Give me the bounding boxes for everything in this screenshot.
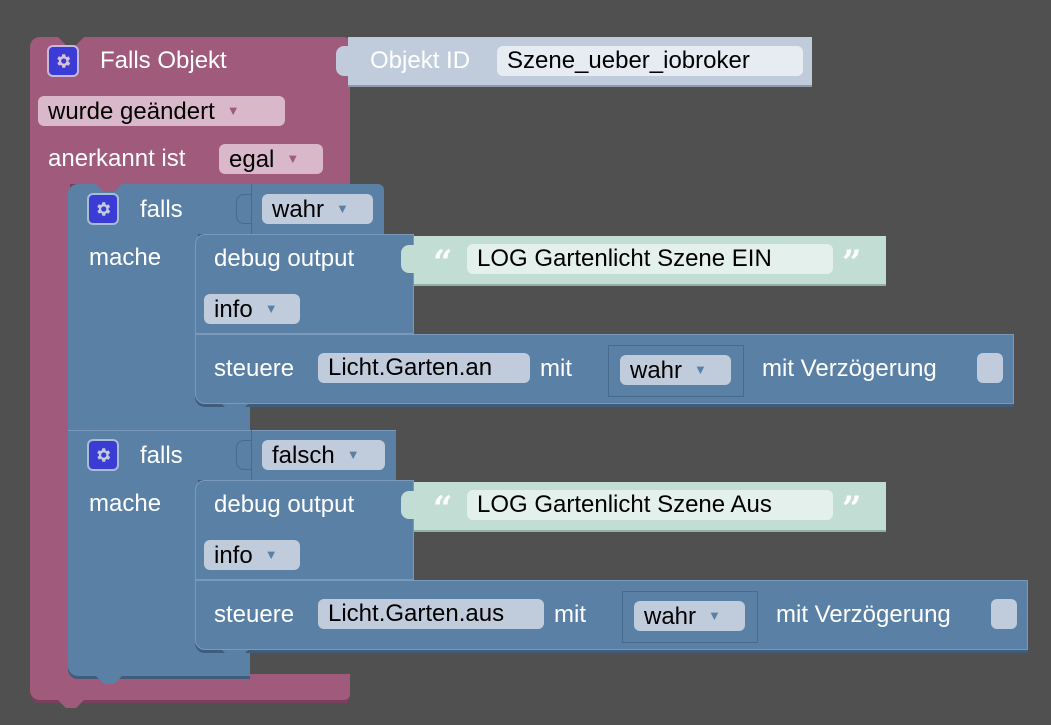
dropdown-arrow-icon: ▼ (264, 301, 278, 316)
falls-label: falls (140, 196, 183, 223)
control-label: steuere (214, 601, 295, 628)
condition-input-slot (236, 194, 252, 224)
control-object-input-2[interactable]: Licht.Garten.aus (318, 599, 544, 629)
debug-level-dropdown-2[interactable]: info ▼ (204, 540, 300, 570)
control-label: steuere (214, 355, 295, 382)
with-label: mit (540, 355, 572, 382)
control-value-dropdown-1[interactable]: wahr ▼ (620, 355, 731, 385)
dropdown-arrow-icon: ▼ (694, 362, 707, 377)
ack-dropdown-value: egal (229, 146, 275, 173)
gear-glyph (97, 202, 111, 216)
control-value-dropdown-2[interactable]: wahr ▼ (634, 601, 745, 631)
debug-level-value: info (214, 542, 253, 569)
dropdown-arrow-icon: ▼ (708, 608, 721, 623)
delay-label: mit Verzögerung (776, 601, 951, 628)
text-block-1-tab (401, 245, 415, 273)
control-value: wahr (644, 603, 697, 630)
object-id-label: Objekt ID (370, 47, 471, 74)
if-block-2-bottom (68, 650, 250, 676)
ack-dropdown[interactable]: egal ▼ (219, 144, 323, 174)
quote-open-icon: “ (433, 489, 453, 529)
condition-block-divider (251, 184, 252, 234)
quote-close-icon: ” (842, 489, 862, 529)
gear-glyph (97, 448, 111, 462)
dropdown-arrow-icon: ▼ (336, 201, 349, 216)
condition-dropdown[interactable]: wurde geändert ▼ (38, 96, 285, 126)
debug-text-input-2[interactable]: LOG Gartenlicht Szene Aus (467, 490, 833, 520)
condition-block-divider (251, 430, 252, 480)
delay-label: mit Verzögerung (762, 355, 937, 382)
condition-value: falsch (272, 442, 335, 469)
control-object-input-1[interactable]: Licht.Garten.an (318, 353, 530, 383)
condition-dropdown-value: wurde geändert (48, 98, 215, 125)
trigger-block-bottom (30, 674, 350, 700)
gear-icon[interactable] (87, 193, 119, 225)
ack-label: anerkannt ist (48, 145, 186, 172)
mache-label: mache (89, 244, 162, 271)
trigger-block-left-column (30, 180, 70, 690)
with-label: mit (554, 601, 586, 628)
if-block-1-bottom (68, 402, 250, 430)
mache-label: mache (89, 490, 162, 517)
debug-text-input-1[interactable]: LOG Gartenlicht Szene EIN (467, 244, 833, 274)
debug-label: debug output (214, 491, 355, 518)
text-block-2-tab (401, 491, 415, 519)
object-id-connector-tab (336, 46, 350, 76)
debug-label: debug output (214, 245, 355, 272)
gear-icon[interactable] (87, 439, 119, 471)
dropdown-arrow-icon: ▼ (264, 547, 278, 562)
condition-input-slot (236, 440, 252, 470)
gear-glyph (57, 54, 71, 68)
control-value: wahr (630, 357, 683, 384)
dropdown-arrow-icon: ▼ (286, 151, 300, 166)
dropdown-arrow-icon: ▼ (346, 447, 360, 462)
debug-level-value: info (214, 296, 253, 323)
delay-checkbox-2[interactable] (991, 599, 1017, 629)
delay-checkbox-1[interactable] (977, 353, 1003, 383)
dropdown-arrow-icon: ▼ (226, 103, 240, 118)
condition-dropdown-1[interactable]: wahr ▼ (262, 194, 373, 224)
falls-label: falls (140, 442, 183, 469)
debug-level-dropdown-1[interactable]: info ▼ (204, 294, 300, 324)
gear-icon[interactable] (47, 45, 79, 77)
condition-dropdown-2[interactable]: falsch ▼ (262, 440, 385, 470)
quote-close-icon: ” (842, 243, 862, 283)
trigger-title: Falls Objekt (100, 47, 227, 74)
object-id-input[interactable]: Szene_ueber_iobroker (497, 46, 803, 76)
quote-open-icon: “ (433, 243, 453, 283)
condition-value: wahr (272, 196, 325, 223)
trigger-bottom-notch (58, 700, 84, 708)
